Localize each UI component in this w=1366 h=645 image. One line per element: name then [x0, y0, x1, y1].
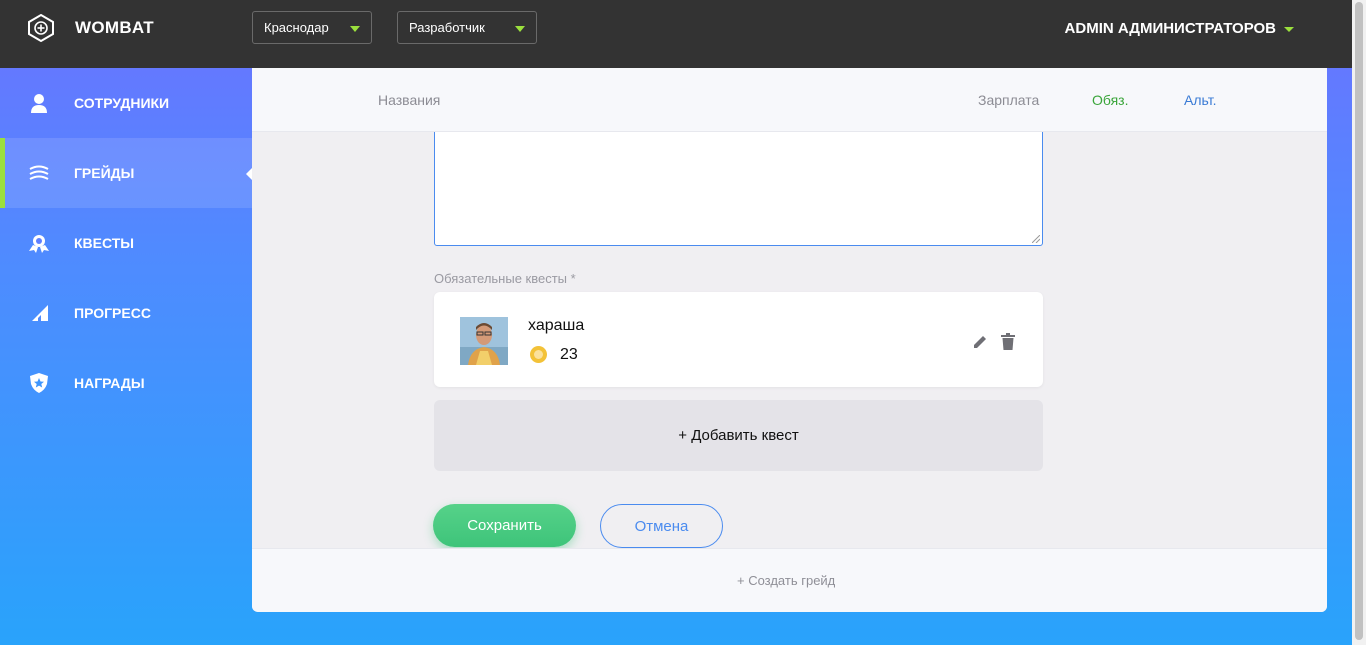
user-menu[interactable]: ADMIN АДМИНИСТРАТОРОВ [1065, 20, 1294, 37]
add-quest-button[interactable]: + Добавить квест [434, 400, 1043, 471]
delete-icon[interactable] [1001, 333, 1015, 350]
sidebar-item-label: ГРЕЙДЫ [74, 165, 135, 181]
sidebar-item-label: КВЕСТЫ [74, 235, 135, 251]
layers-icon [28, 162, 50, 184]
role-select-value: Разработчик [409, 20, 485, 35]
required-quests-label: Обязательные квесты * [434, 271, 576, 286]
sidebar-item-rewards[interactable]: НАГРАДЫ [0, 348, 252, 418]
coin-icon [530, 346, 547, 363]
edit-icon[interactable] [972, 334, 988, 350]
chevron-down-icon [350, 26, 360, 32]
column-required[interactable]: Обяз. [1092, 92, 1129, 108]
user-name: ADMIN АДМИНИСТРАТОРОВ [1064, 20, 1276, 37]
chevron-down-icon [1284, 26, 1294, 32]
column-alternative[interactable]: Альт. [1184, 92, 1216, 108]
quest-card: хараша 23 [434, 292, 1043, 387]
panel-footer: + Создать грейд [252, 548, 1327, 612]
sidebar-item-label: СОТРУДНИКИ [74, 95, 170, 111]
sidebar-item-label: НАГРАДЫ [74, 375, 145, 391]
save-button[interactable]: Сохранить [433, 504, 576, 547]
sidebar-item-label: ПРОГРЕСС [74, 305, 151, 321]
city-select[interactable]: Краснодар [252, 11, 372, 44]
sidebar-item-quests[interactable]: КВЕСТЫ [0, 208, 252, 278]
logo-icon[interactable] [27, 14, 55, 42]
grades-table-header: Названия Зарплата Обяз. Альт. [252, 68, 1327, 132]
column-salary[interactable]: Зарплата [978, 92, 1039, 108]
chevron-down-icon [515, 26, 525, 32]
quest-points: 23 [560, 346, 578, 363]
shield-star-icon [28, 372, 50, 394]
sidebar-item-progress[interactable]: ПРОГРЕСС [0, 278, 252, 348]
grades-panel: Названия Зарплата Обяз. Альт. Обязательн… [252, 68, 1327, 612]
app-name: WOMBAT [75, 18, 154, 37]
resize-handle-icon[interactable] [1032, 235, 1040, 243]
role-select[interactable]: Разработчик [397, 11, 537, 44]
create-grade-link[interactable]: + Создать грейд [737, 573, 835, 588]
page-scrollbar[interactable] [1352, 0, 1366, 645]
column-name[interactable]: Названия [378, 92, 440, 108]
cancel-button[interactable]: Отмена [600, 504, 723, 548]
sidebar-item-grades[interactable]: ГРЕЙДЫ [0, 138, 252, 208]
sidebar: СОТРУДНИКИ ГРЕЙДЫ КВЕСТЫ ПРОГРЕСС НАГРАД… [0, 68, 252, 418]
quest-image [460, 317, 508, 365]
sidebar-item-employees[interactable]: СОТРУДНИКИ [0, 68, 252, 138]
scrollbar-thumb[interactable] [1355, 2, 1363, 640]
quest-title: хараша [528, 317, 585, 334]
signal-icon [28, 302, 50, 324]
medal-icon [28, 232, 50, 254]
user-icon [28, 92, 50, 114]
city-select-value: Краснодар [264, 20, 329, 35]
grade-description-textarea[interactable] [434, 128, 1043, 246]
top-bar: WOMBAT Краснодар Разработчик ADMIN АДМИН… [0, 0, 1352, 68]
